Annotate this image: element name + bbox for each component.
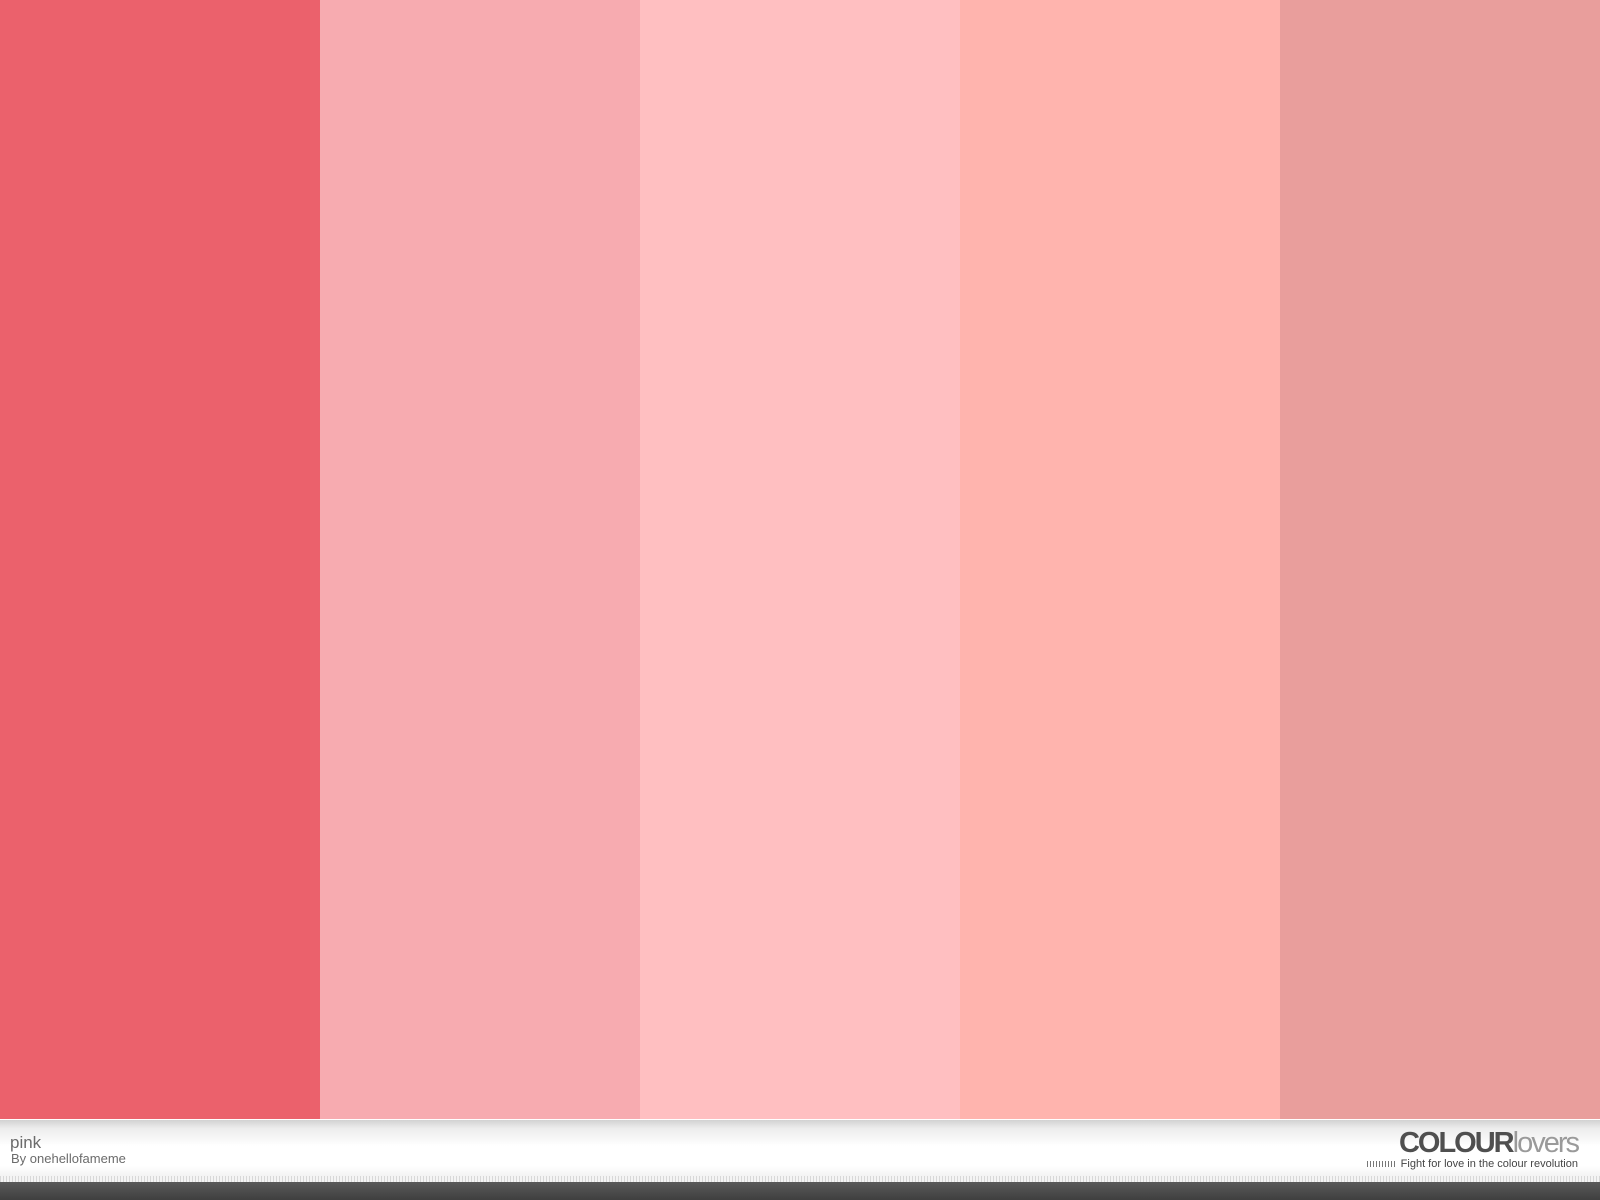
dotted-line-icon bbox=[1366, 1161, 1397, 1168]
logo-light-text: lovers bbox=[1512, 1127, 1580, 1159]
logo-tagline-text: Fight for love in the colour revolution bbox=[1400, 1158, 1578, 1170]
palette-title: pink bbox=[10, 1133, 42, 1152]
swatch-3 bbox=[640, 0, 960, 1119]
palette-frame: pink By onehellofameme COLOURlovers Figh… bbox=[0, 0, 1600, 1200]
logo-tagline: Fight for love in the colour revolution bbox=[1338, 1158, 1578, 1170]
swatch-5 bbox=[1280, 0, 1600, 1119]
palette-author: By onehellofameme bbox=[11, 1151, 126, 1166]
swatch-4 bbox=[960, 0, 1280, 1119]
bottom-bar bbox=[0, 1182, 1600, 1200]
colourlovers-logo[interactable]: COLOURlovers Fight for love in the colou… bbox=[1338, 1127, 1580, 1170]
swatch-2 bbox=[320, 0, 640, 1119]
swatch-1 bbox=[0, 0, 320, 1119]
logo-strong-text: COLOUR bbox=[1398, 1127, 1515, 1159]
logo-wordmark: COLOURlovers bbox=[1338, 1127, 1580, 1159]
color-swatches bbox=[0, 0, 1600, 1119]
